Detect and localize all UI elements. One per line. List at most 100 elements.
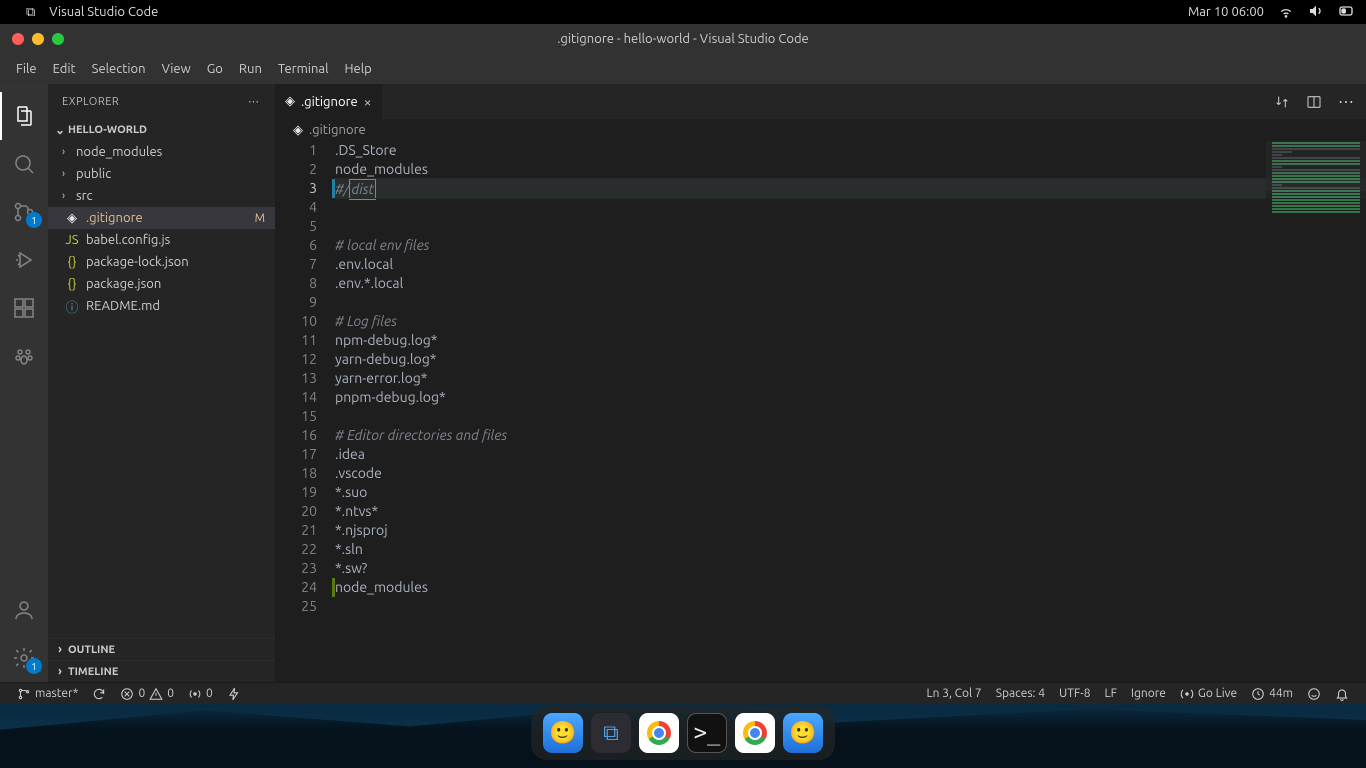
smiley-icon (1307, 687, 1321, 701)
chevron-right-icon: › (62, 146, 76, 158)
explorer-root-name: HELLO-WORLD (68, 124, 147, 136)
status-indent[interactable]: Spaces: 4 (989, 687, 1052, 701)
menu-edit[interactable]: Edit (45, 62, 84, 76)
menu-terminal[interactable]: Terminal (270, 62, 337, 76)
mac-app-name[interactable]: Visual Studio Code (49, 5, 158, 19)
breadcrumb[interactable]: ◈ .gitignore (275, 119, 1366, 141)
folder-node_modules[interactable]: ›node_modules (48, 141, 275, 163)
menu-help[interactable]: Help (336, 62, 379, 76)
menu-run[interactable]: Run (231, 62, 270, 76)
file-tree: ›node_modules›public›src◈.gitignoreMJSba… (48, 141, 275, 638)
md-icon: ⓘ (64, 298, 80, 314)
broadcast-icon (1180, 687, 1194, 701)
chevron-right-icon: › (62, 168, 76, 180)
sidebar-more-button[interactable]: ⋯ (248, 95, 261, 108)
line-number-gutter: 1234567891011121314151617181920212223242… (275, 141, 335, 682)
tree-item-label: babel.config.js (86, 233, 170, 247)
vscode-window: .gitignore - hello-world - Visual Studio… (0, 24, 1366, 704)
folder-public[interactable]: ›public (48, 163, 275, 185)
wifi-icon[interactable] (1278, 3, 1294, 22)
activity-explorer[interactable] (0, 92, 48, 140)
status-time[interactable]: 44m (1244, 687, 1300, 701)
status-feedback[interactable] (1300, 687, 1328, 701)
control-center-icon[interactable] (1338, 3, 1354, 22)
dock-chrome[interactable] (639, 713, 679, 753)
minimap[interactable] (1266, 141, 1366, 682)
tree-item-label: README.md (86, 299, 160, 313)
git-status-indicator: M (255, 212, 265, 225)
split-editor-icon[interactable] (1306, 94, 1322, 110)
menu-selection[interactable]: Selection (84, 62, 154, 76)
tab-gitignore[interactable]: ◈ .gitignore × (275, 84, 383, 119)
change-bar (332, 179, 335, 198)
dock-terminal[interactable]: >_ (687, 713, 727, 753)
js-icon: JS (64, 232, 80, 248)
dock-chrome-2[interactable] (735, 713, 775, 753)
explorer-root-header[interactable]: ⌄ HELLO-WORLD (48, 119, 275, 141)
status-go-live[interactable]: Go Live (1173, 687, 1244, 701)
tree-item-label: package.json (86, 277, 161, 291)
bell-icon (1335, 687, 1349, 701)
tree-item-label: public (76, 167, 111, 181)
status-eol[interactable]: LF (1097, 687, 1123, 701)
activity-search[interactable] (0, 140, 48, 188)
tree-item-label: package-lock.json (86, 255, 189, 269)
activity-run-debug[interactable] (0, 236, 48, 284)
code-lines[interactable]: .DS_Storenode_modules#/dist# local env f… (335, 141, 1366, 682)
clock-icon (1251, 687, 1265, 701)
status-notifications[interactable] (1328, 687, 1356, 701)
file-README.md[interactable]: ⓘ README.md (48, 295, 275, 317)
file-package.json[interactable]: {}package.json (48, 273, 275, 295)
activity-accounts[interactable] (0, 586, 48, 634)
sidebar: EXPLORER ⋯ ⌄ HELLO-WORLD ›node_modules›p… (48, 84, 275, 682)
menu-view[interactable]: View (154, 62, 199, 76)
status-encoding[interactable]: UTF-8 (1052, 687, 1097, 701)
activity-source-control[interactable]: 1 (0, 188, 48, 236)
file-babel.config.js[interactable]: JS babel.config.js (48, 229, 275, 251)
status-branch[interactable]: master* (10, 687, 85, 701)
dock-vscode[interactable]: ⧉ (591, 713, 631, 753)
activity-pets[interactable] (0, 332, 48, 380)
git-branch-icon (17, 687, 31, 701)
status-problems[interactable]: 0 0 (113, 687, 181, 701)
file-.gitignore[interactable]: ◈.gitignoreM (48, 207, 275, 229)
tab-close-button[interactable]: × (364, 94, 372, 110)
activity-extensions[interactable] (0, 284, 48, 332)
file-package-lock.json[interactable]: {}package-lock.json (48, 251, 275, 273)
folder-src[interactable]: ›src (48, 185, 275, 207)
dock-finder-2[interactable]: 🙂 (783, 713, 823, 753)
tab-label: .gitignore (301, 95, 358, 109)
status-cursor[interactable]: Ln 3, Col 7 (919, 687, 988, 701)
sidebar-header: EXPLORER ⋯ (48, 84, 275, 119)
activity-settings[interactable]: 1 (0, 634, 48, 682)
menu-file[interactable]: File (8, 62, 45, 76)
titlebar[interactable]: .gitignore - hello-world - Visual Studio… (0, 24, 1366, 54)
tree-item-label: node_modules (76, 145, 162, 159)
compare-changes-icon[interactable] (1274, 94, 1290, 110)
radio-icon (188, 687, 202, 701)
editor-more-button[interactable]: ⋯ (1338, 92, 1354, 111)
git-icon: ◈ (64, 210, 80, 226)
status-port[interactable]: 0 (181, 687, 220, 701)
debug-icon (12, 248, 36, 272)
mac-app-indicator[interactable]: ⧉ (26, 5, 35, 20)
breadcrumb-item[interactable]: .gitignore (309, 123, 366, 137)
dock-finder[interactable]: 🙂 (543, 713, 583, 753)
chevron-right-icon: › (62, 190, 76, 202)
menu-go[interactable]: Go (199, 62, 231, 76)
status-prettier[interactable] (220, 687, 248, 701)
status-sync[interactable] (85, 687, 113, 701)
files-icon (12, 104, 36, 128)
gitignore-icon: ◈ (293, 123, 303, 138)
volume-icon[interactable] (1308, 3, 1324, 22)
editor-group: ◈ .gitignore × ⋯ ◈ .gitignore 1234567891… (275, 84, 1366, 682)
gitignore-icon: ◈ (285, 94, 295, 109)
tree-item-label: src (76, 189, 93, 203)
activity-bar: 1 1 (0, 84, 48, 682)
status-language[interactable]: Ignore (1124, 687, 1173, 701)
search-icon (12, 152, 36, 176)
menubar: File Edit Selection View Go Run Terminal… (0, 54, 1366, 84)
timeline-section[interactable]: › TIMELINE (48, 660, 275, 682)
outline-section[interactable]: › OUTLINE (48, 638, 275, 660)
editor-code-area[interactable]: 1234567891011121314151617181920212223242… (275, 141, 1366, 682)
